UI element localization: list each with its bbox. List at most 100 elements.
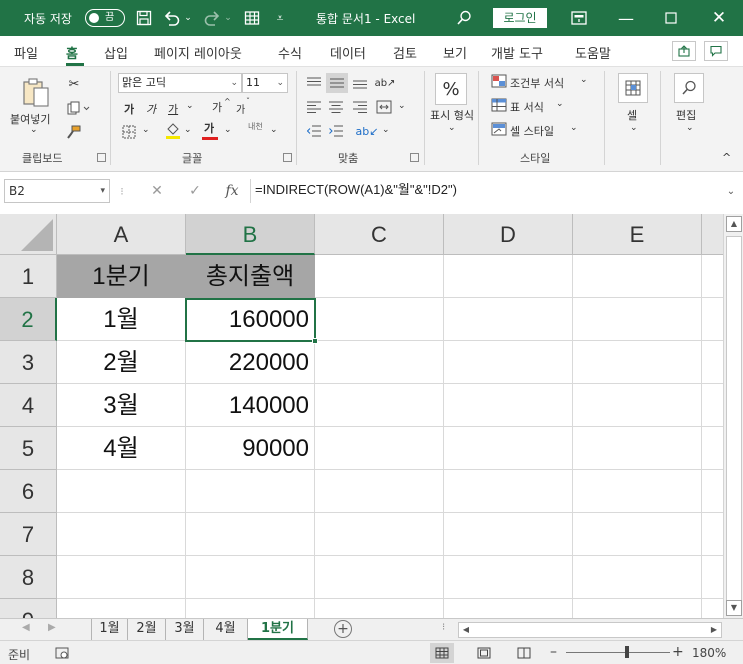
conditional-dropdown-icon[interactable]: ⌄ [580, 75, 588, 85]
column-header-e[interactable]: E [573, 214, 702, 255]
underline-dropdown-icon[interactable]: ⌄ [186, 101, 194, 111]
row-header-7[interactable]: 7 [0, 513, 57, 556]
copy-icon[interactable] [64, 99, 94, 117]
font-color-dropdown-icon[interactable]: ⌄ [224, 125, 232, 135]
cell-a2[interactable]: 1월 [57, 298, 186, 341]
cell-e7[interactable] [573, 513, 702, 556]
cells-icon[interactable] [618, 73, 648, 103]
zoom-in-icon[interactable]: + [672, 644, 684, 660]
cell-f3[interactable] [702, 341, 723, 384]
cell-c8[interactable] [315, 556, 444, 599]
number-format-icon[interactable]: % [435, 73, 467, 105]
name-box[interactable]: B2 ▾ [4, 179, 110, 203]
bold-button[interactable]: 가 [124, 101, 134, 117]
page-layout-view-icon[interactable] [472, 643, 496, 663]
underline-button[interactable]: 가 [168, 101, 178, 117]
phonetic-guide-button[interactable]: 내천 [248, 121, 263, 132]
tab-file[interactable]: 파일 [14, 43, 38, 62]
undo-icon[interactable] [160, 0, 184, 36]
column-header-f[interactable] [702, 214, 723, 255]
cell-e5[interactable] [573, 427, 702, 470]
cell-styles-label[interactable]: 셀 스타일 [510, 123, 554, 139]
tab-home[interactable]: 홈 [66, 43, 78, 62]
spreadsheet-grid[interactable]: A B C D E 1 2 3 4 5 6 7 8 9 1분기 총지출액 1월 … [0, 214, 723, 618]
cell-e8[interactable] [573, 556, 702, 599]
fill-color-icon[interactable] [164, 121, 182, 141]
zoom-slider-thumb[interactable] [625, 646, 629, 658]
enter-icon[interactable]: ✓ [184, 179, 206, 203]
tab-view[interactable]: 보기 [443, 43, 467, 62]
login-button[interactable]: 로그인 [493, 8, 547, 28]
row-header-6[interactable]: 6 [0, 470, 57, 513]
prev-sheet-icon[interactable]: ◀ [22, 622, 30, 633]
cell-e3[interactable] [573, 341, 702, 384]
orientation-icon[interactable]: ab↙ [356, 123, 379, 139]
merge-dropdown-icon[interactable]: ⌄ [398, 101, 406, 111]
number-format-label[interactable]: 표시 형식 [430, 107, 474, 123]
cell-styles-dropdown-icon[interactable]: ⌄ [570, 123, 578, 133]
cell-f1[interactable] [702, 255, 723, 298]
sheet-tab-jan[interactable]: 1월 [92, 619, 128, 640]
search-icon[interactable] [450, 0, 478, 36]
tab-review[interactable]: 검토 [393, 43, 417, 62]
cell-a4[interactable]: 3월 [57, 384, 186, 427]
undo-dropdown-icon[interactable]: ⌄ [182, 0, 194, 36]
merge-center-icon[interactable] [374, 97, 394, 117]
conditional-format-label[interactable]: 조건부 서식 [510, 75, 564, 91]
column-header-b[interactable]: B [186, 214, 315, 255]
close-icon[interactable]: ✕ [704, 0, 734, 36]
zoom-level[interactable]: 180% [692, 646, 726, 660]
cell-a3[interactable]: 2월 [57, 341, 186, 384]
table-dropdown-icon[interactable]: ⌄ [556, 99, 564, 109]
cell-a5[interactable]: 4월 [57, 427, 186, 470]
horizontal-scrollbar[interactable]: ◀ ▶ [458, 622, 722, 638]
cell-d9[interactable] [444, 599, 573, 618]
font-launcher-icon[interactable] [283, 153, 292, 162]
format-painter-icon[interactable] [64, 123, 84, 141]
cell-a8[interactable] [57, 556, 186, 599]
cell-b6[interactable] [186, 470, 315, 513]
font-name-select[interactable]: 맑은 고딕 ⌄ [118, 73, 242, 93]
text-direction-icon[interactable]: ab↗ [374, 73, 396, 93]
redo-dropdown-icon[interactable]: ⌄ [222, 0, 234, 36]
vertical-scrollbar[interactable]: ▲ ▼ [723, 214, 743, 618]
cell-styles-icon[interactable] [490, 121, 508, 137]
cell-e2[interactable] [573, 298, 702, 341]
cell-f2[interactable] [702, 298, 723, 341]
sheet-tab-apr[interactable]: 4월 [204, 619, 248, 640]
align-top-icon[interactable] [304, 75, 324, 91]
page-break-view-icon[interactable] [512, 643, 536, 663]
paste-dropdown-icon[interactable]: ⌄ [30, 125, 38, 135]
cell-a9[interactable] [57, 599, 186, 618]
row-header-4[interactable]: 4 [0, 384, 57, 427]
cell-c7[interactable] [315, 513, 444, 556]
align-bottom-icon[interactable] [350, 75, 370, 91]
font-size-select[interactable]: 11 ⌄ [242, 73, 288, 93]
grow-font-button[interactable]: 가 [212, 99, 222, 115]
vertical-scroll-thumb[interactable] [726, 236, 742, 606]
cell-c5[interactable] [315, 427, 444, 470]
scroll-right-icon[interactable]: ▶ [707, 623, 721, 637]
comments-icon[interactable] [704, 41, 728, 61]
orientation-dropdown-icon[interactable]: ⌄ [382, 125, 390, 135]
column-header-d[interactable]: D [444, 214, 573, 255]
cell-b8[interactable] [186, 556, 315, 599]
tab-formulas[interactable]: 수식 [278, 43, 302, 62]
cell-f7[interactable] [702, 513, 723, 556]
cell-d2[interactable] [444, 298, 573, 341]
align-center-icon[interactable] [326, 99, 346, 115]
scroll-down-icon[interactable]: ▼ [726, 600, 742, 616]
row-header-2[interactable]: 2 [0, 298, 57, 341]
cell-b1[interactable]: 총지출액 [186, 255, 315, 298]
cell-e9[interactable] [573, 599, 702, 618]
find-search-icon[interactable] [674, 73, 704, 103]
cell-b5[interactable]: 90000 [186, 427, 315, 470]
tab-page-layout[interactable]: 페이지 레이아웃 [154, 43, 242, 62]
sheet-tab-feb[interactable]: 2월 [128, 619, 166, 640]
decrease-indent-icon[interactable] [304, 123, 324, 139]
expand-formula-bar-icon[interactable]: ⌄ [722, 179, 740, 203]
save-icon[interactable] [132, 0, 156, 36]
sheet-tab-mar[interactable]: 3월 [166, 619, 204, 640]
formula-input[interactable]: =INDIRECT(ROW(A1)&"월"&"!D2") [250, 179, 720, 203]
cell-b4[interactable]: 140000 [186, 384, 315, 427]
